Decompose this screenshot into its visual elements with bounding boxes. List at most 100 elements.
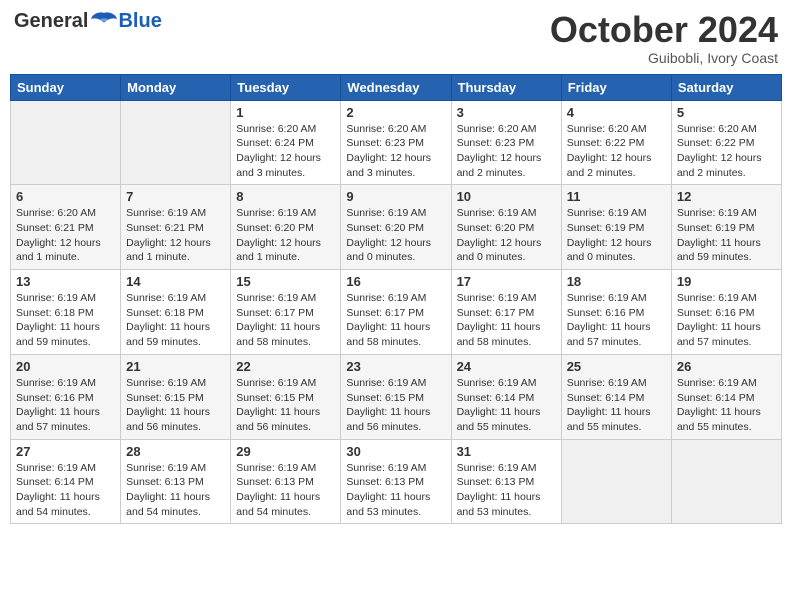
logo-bird-icon <box>90 11 118 33</box>
calendar-cell: 14 Sunrise: 6:19 AM Sunset: 6:18 PM Dayli… <box>121 270 231 355</box>
day-info: Sunrise: 6:20 AM Sunset: 6:23 PM Dayligh… <box>457 122 556 181</box>
calendar-cell: 17Sunrise: 6:19 AM Sunset: 6:17 PM Dayli… <box>451 270 561 355</box>
day-number: 21 <box>126 359 225 374</box>
calendar-cell: 13 Sunrise: 6:19 AM Sunset: 6:18 PM Dayli… <box>11 270 121 355</box>
day-info: Sunrise: 6:19 AM Sunset: 6:19 PM Dayligh… <box>567 206 666 265</box>
column-header-wednesday: Wednesday <box>341 74 451 100</box>
calendar-week-row: 27Sunrise: 6:19 AM Sunset: 6:14 PM Dayli… <box>11 439 782 524</box>
calendar-cell: 9 Sunrise: 6:19 AM Sunset: 6:20 PM Daylig… <box>341 185 451 270</box>
calendar-cell: 18 Sunrise: 6:19 AM Sunset: 6:16 PM Dayli… <box>561 270 671 355</box>
day-info: Sunrise: 6:19 AM Sunset: 6:13 PM Dayligh… <box>346 461 445 520</box>
day-number: 22 <box>236 359 335 374</box>
month-title: October 2024 <box>550 10 778 50</box>
logo-blue-text: Blue <box>118 10 161 33</box>
day-number: 24 <box>457 359 556 374</box>
day-info: Sunrise: 6:19 AM Sunset: 6:14 PM Dayligh… <box>677 376 776 435</box>
calendar-week-row: 20Sunrise: 6:19 AM Sunset: 6:16 PM Dayli… <box>11 354 782 439</box>
day-info: Sunrise: 6:20 AM Sunset: 6:23 PM Dayligh… <box>346 122 445 181</box>
calendar-cell: 2Sunrise: 6:20 AM Sunset: 6:23 PM Daylig… <box>341 100 451 185</box>
day-info: Sunrise: 6:19 AM Sunset: 6:14 PM Dayligh… <box>457 376 556 435</box>
day-number: 15 <box>236 274 335 289</box>
column-header-saturday: Saturday <box>671 74 781 100</box>
day-info: Sunrise: 6:20 AM Sunset: 6:24 PM Dayligh… <box>236 122 335 181</box>
day-number: 19 <box>677 274 776 289</box>
day-info: Sunrise: 6:19 AM Sunset: 6:13 PM Dayligh… <box>126 461 225 520</box>
day-info: Sunrise: 6:19 AM Sunset: 6:18 PM Dayligh… <box>126 291 225 350</box>
day-number: 4 <box>567 105 666 120</box>
column-header-thursday: Thursday <box>451 74 561 100</box>
day-number: 6 <box>16 189 115 204</box>
calendar-cell: 16 Sunrise: 6:19 AM Sunset: 6:17 PM Dayli… <box>341 270 451 355</box>
logo: General Blue <box>14 10 162 33</box>
calendar-cell: 12Sunrise: 6:19 AM Sunset: 6:19 PM Dayli… <box>671 185 781 270</box>
day-number: 18 <box>567 274 666 289</box>
calendar-cell: 25 Sunrise: 6:19 AM Sunset: 6:14 PM Dayli… <box>561 354 671 439</box>
column-header-monday: Monday <box>121 74 231 100</box>
calendar-week-row: 6 Sunrise: 6:20 AM Sunset: 6:21 PM Daylig… <box>11 185 782 270</box>
calendar-cell <box>671 439 781 524</box>
calendar-cell: 29 Sunrise: 6:19 AM Sunset: 6:13 PM Dayli… <box>231 439 341 524</box>
day-info: Sunrise: 6:19 AM Sunset: 6:14 PM Dayligh… <box>567 376 666 435</box>
day-info: Sunrise: 6:19 AM Sunset: 6:20 PM Dayligh… <box>346 206 445 265</box>
day-number: 9 <box>346 189 445 204</box>
column-header-sunday: Sunday <box>11 74 121 100</box>
day-number: 10 <box>457 189 556 204</box>
day-info: Sunrise: 6:19 AM Sunset: 6:17 PM Dayligh… <box>236 291 335 350</box>
day-info: Sunrise: 6:19 AM Sunset: 6:16 PM Dayligh… <box>677 291 776 350</box>
calendar-cell: 10 Sunrise: 6:19 AM Sunset: 6:20 PM Dayli… <box>451 185 561 270</box>
day-number: 29 <box>236 444 335 459</box>
calendar-cell: 1 Sunrise: 6:20 AM Sunset: 6:24 PM Daylig… <box>231 100 341 185</box>
calendar-cell: 24 Sunrise: 6:19 AM Sunset: 6:14 PM Dayli… <box>451 354 561 439</box>
day-info: Sunrise: 6:19 AM Sunset: 6:21 PM Dayligh… <box>126 206 225 265</box>
calendar-cell: 27Sunrise: 6:19 AM Sunset: 6:14 PM Dayli… <box>11 439 121 524</box>
day-number: 11 <box>567 189 666 204</box>
day-info: Sunrise: 6:19 AM Sunset: 6:15 PM Dayligh… <box>346 376 445 435</box>
calendar-cell: 30 Sunrise: 6:19 AM Sunset: 6:13 PM Dayli… <box>341 439 451 524</box>
calendar-cell: 31Sunrise: 6:19 AM Sunset: 6:13 PM Dayli… <box>451 439 561 524</box>
day-info: Sunrise: 6:19 AM Sunset: 6:16 PM Dayligh… <box>16 376 115 435</box>
calendar-cell: 15 Sunrise: 6:19 AM Sunset: 6:17 PM Dayli… <box>231 270 341 355</box>
day-number: 14 <box>126 274 225 289</box>
day-number: 26 <box>677 359 776 374</box>
calendar-cell: 5Sunrise: 6:20 AM Sunset: 6:22 PM Daylig… <box>671 100 781 185</box>
day-number: 16 <box>346 274 445 289</box>
day-info: Sunrise: 6:19 AM Sunset: 6:13 PM Dayligh… <box>457 461 556 520</box>
column-header-tuesday: Tuesday <box>231 74 341 100</box>
day-info: Sunrise: 6:19 AM Sunset: 6:20 PM Dayligh… <box>236 206 335 265</box>
title-section: October 2024 Guibobli, Ivory Coast <box>550 10 778 66</box>
day-number: 7 <box>126 189 225 204</box>
logo-general-text: General <box>14 10 88 33</box>
day-info: Sunrise: 6:19 AM Sunset: 6:15 PM Dayligh… <box>126 376 225 435</box>
location-subtitle: Guibobli, Ivory Coast <box>550 50 778 66</box>
calendar-cell: 7 Sunrise: 6:19 AM Sunset: 6:21 PM Daylig… <box>121 185 231 270</box>
page-header: General Blue October 2024 Guibobli, Ivor… <box>10 10 782 66</box>
day-info: Sunrise: 6:19 AM Sunset: 6:18 PM Dayligh… <box>16 291 115 350</box>
calendar-cell: 23 Sunrise: 6:19 AM Sunset: 6:15 PM Dayli… <box>341 354 451 439</box>
day-number: 17 <box>457 274 556 289</box>
day-info: Sunrise: 6:20 AM Sunset: 6:22 PM Dayligh… <box>677 122 776 181</box>
day-info: Sunrise: 6:19 AM Sunset: 6:19 PM Dayligh… <box>677 206 776 265</box>
day-number: 13 <box>16 274 115 289</box>
day-info: Sunrise: 6:19 AM Sunset: 6:17 PM Dayligh… <box>346 291 445 350</box>
day-number: 25 <box>567 359 666 374</box>
calendar-cell: 21 Sunrise: 6:19 AM Sunset: 6:15 PM Dayli… <box>121 354 231 439</box>
day-info: Sunrise: 6:19 AM Sunset: 6:16 PM Dayligh… <box>567 291 666 350</box>
day-info: Sunrise: 6:19 AM Sunset: 6:14 PM Dayligh… <box>16 461 115 520</box>
day-number: 1 <box>236 105 335 120</box>
calendar-cell: 20Sunrise: 6:19 AM Sunset: 6:16 PM Dayli… <box>11 354 121 439</box>
calendar-cell: 22 Sunrise: 6:19 AM Sunset: 6:15 PM Dayli… <box>231 354 341 439</box>
calendar-week-row: 1 Sunrise: 6:20 AM Sunset: 6:24 PM Daylig… <box>11 100 782 185</box>
day-info: Sunrise: 6:20 AM Sunset: 6:21 PM Dayligh… <box>16 206 115 265</box>
day-info: Sunrise: 6:19 AM Sunset: 6:15 PM Dayligh… <box>236 376 335 435</box>
calendar-table: SundayMondayTuesdayWednesdayThursdayFrid… <box>10 74 782 525</box>
calendar-week-row: 13 Sunrise: 6:19 AM Sunset: 6:18 PM Dayli… <box>11 270 782 355</box>
day-info: Sunrise: 6:19 AM Sunset: 6:20 PM Dayligh… <box>457 206 556 265</box>
calendar-cell: 11 Sunrise: 6:19 AM Sunset: 6:19 PM Dayli… <box>561 185 671 270</box>
column-header-friday: Friday <box>561 74 671 100</box>
calendar-cell: 8Sunrise: 6:19 AM Sunset: 6:20 PM Daylig… <box>231 185 341 270</box>
calendar-cell <box>561 439 671 524</box>
day-number: 30 <box>346 444 445 459</box>
day-number: 23 <box>346 359 445 374</box>
day-info: Sunrise: 6:19 AM Sunset: 6:13 PM Dayligh… <box>236 461 335 520</box>
calendar-cell: 3Sunrise: 6:20 AM Sunset: 6:23 PM Daylig… <box>451 100 561 185</box>
